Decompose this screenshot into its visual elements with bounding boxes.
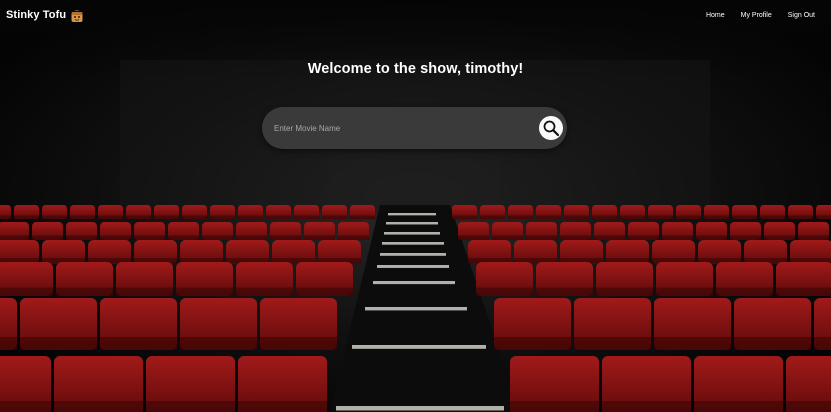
movie-search-input[interactable] [274,107,524,149]
brand-name[interactable]: Stinky Tofu [6,9,66,21]
nav-link-my-profile[interactable]: My Profile [741,12,772,19]
tofu-icon [70,8,84,22]
movie-search-bar [262,107,567,149]
search-button[interactable] [539,116,563,140]
magnifier-icon [543,120,560,137]
nav-links: Home My Profile Sign Out [690,12,815,19]
welcome-heading: Welcome to the show, timothy! [307,61,524,77]
navbar: Stinky Tofu Home My Profile Sign Out [0,0,831,30]
nav-link-home[interactable]: Home [706,12,725,19]
brand[interactable]: Stinky Tofu [6,8,84,22]
nav-link-sign-out[interactable]: Sign Out [788,12,815,19]
